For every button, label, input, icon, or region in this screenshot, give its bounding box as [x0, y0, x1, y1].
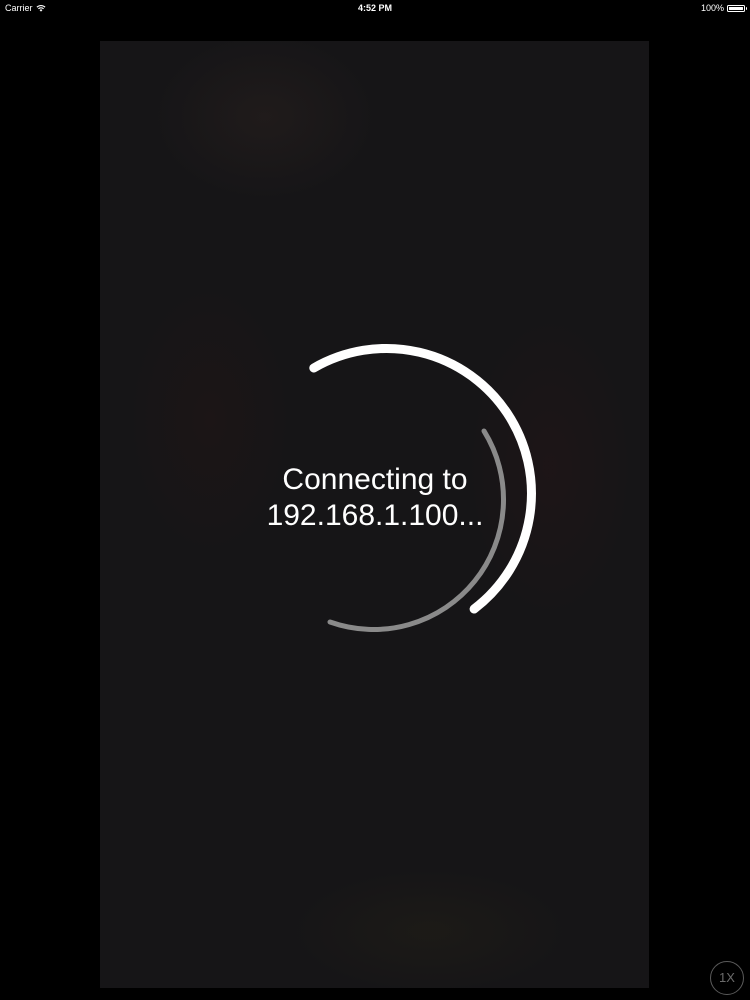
- status-bar: Carrier 4:52 PM 100%: [0, 0, 750, 16]
- connection-status-line2: 192.168.1.100...: [266, 499, 484, 532]
- screen: Carrier 4:52 PM 100% Connecting to 192.1…: [0, 0, 750, 1000]
- playback-speed-button[interactable]: 1X: [710, 961, 744, 995]
- battery-cap: [745, 7, 747, 10]
- status-time: 4:52 PM: [357, 3, 392, 13]
- status-battery-group: 100%: [700, 0, 747, 16]
- connection-status-message: Connecting to 192.168.1.100...: [225, 462, 525, 534]
- connection-status-line1: Connecting to: [282, 463, 468, 496]
- battery-percent: 100%: [700, 3, 724, 13]
- battery-fill: [729, 6, 743, 10]
- battery-icon: [727, 4, 747, 12]
